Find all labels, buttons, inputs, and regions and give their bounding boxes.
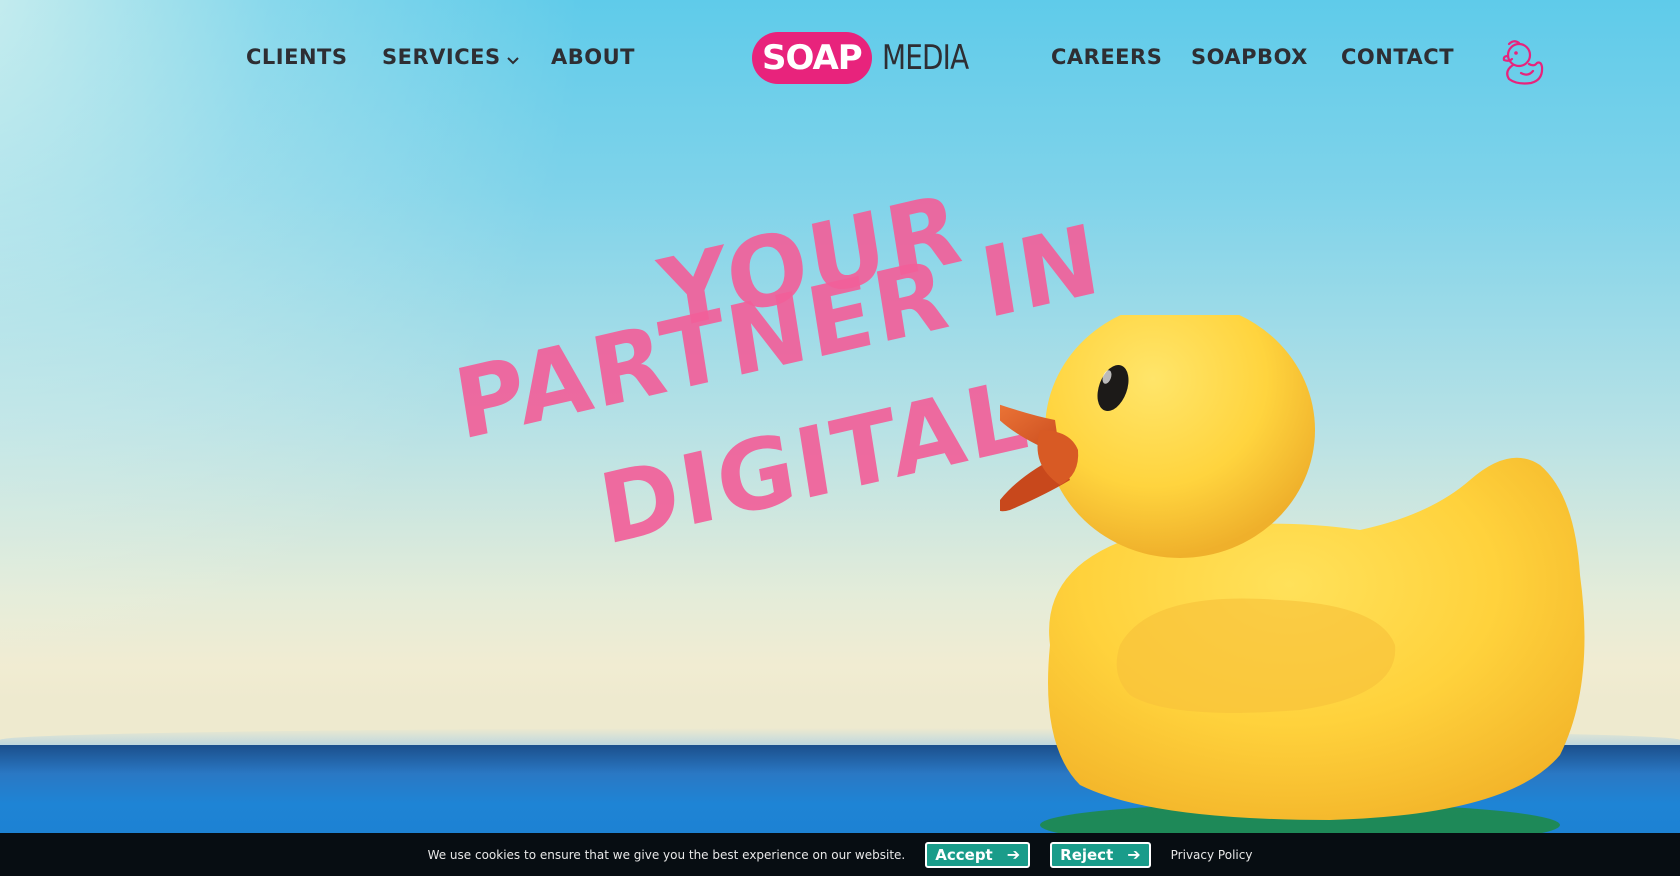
nav-services[interactable]: SERVICES: [382, 45, 519, 70]
nav-clients[interactable]: CLIENTS: [246, 45, 347, 69]
cookie-message: We use cookies to ensure that we give yo…: [427, 847, 906, 862]
reject-label: Reject: [1060, 845, 1114, 864]
nav-about[interactable]: ABOUT: [551, 45, 635, 69]
logo-media: MEDIA: [881, 38, 969, 78]
accept-button[interactable]: Accept ➔: [925, 841, 1031, 868]
nav-contact[interactable]: CONTACT: [1341, 45, 1454, 69]
rubber-duck-icon[interactable]: [1501, 37, 1545, 85]
arrow-right-icon: ➔: [1127, 845, 1141, 864]
arrow-right-icon: ➔: [1006, 845, 1021, 864]
accept-label: Accept: [935, 845, 993, 864]
rubber-duck-image: [1000, 315, 1585, 835]
nav-soapbox[interactable]: SOAPBOX: [1191, 45, 1308, 69]
soap-media-logo[interactable]: SOAP MEDIA: [752, 31, 987, 85]
cookie-consent-bar: We use cookies to ensure that we give yo…: [0, 833, 1680, 876]
nav-services-label: SERVICES: [382, 45, 501, 69]
privacy-policy-link[interactable]: Privacy Policy: [1171, 848, 1253, 862]
logo-soap: SOAP: [752, 32, 872, 84]
reject-button[interactable]: Reject ➔: [1050, 841, 1151, 868]
nav-careers[interactable]: CAREERS: [1051, 45, 1162, 69]
chevron-down-icon: [506, 46, 519, 70]
